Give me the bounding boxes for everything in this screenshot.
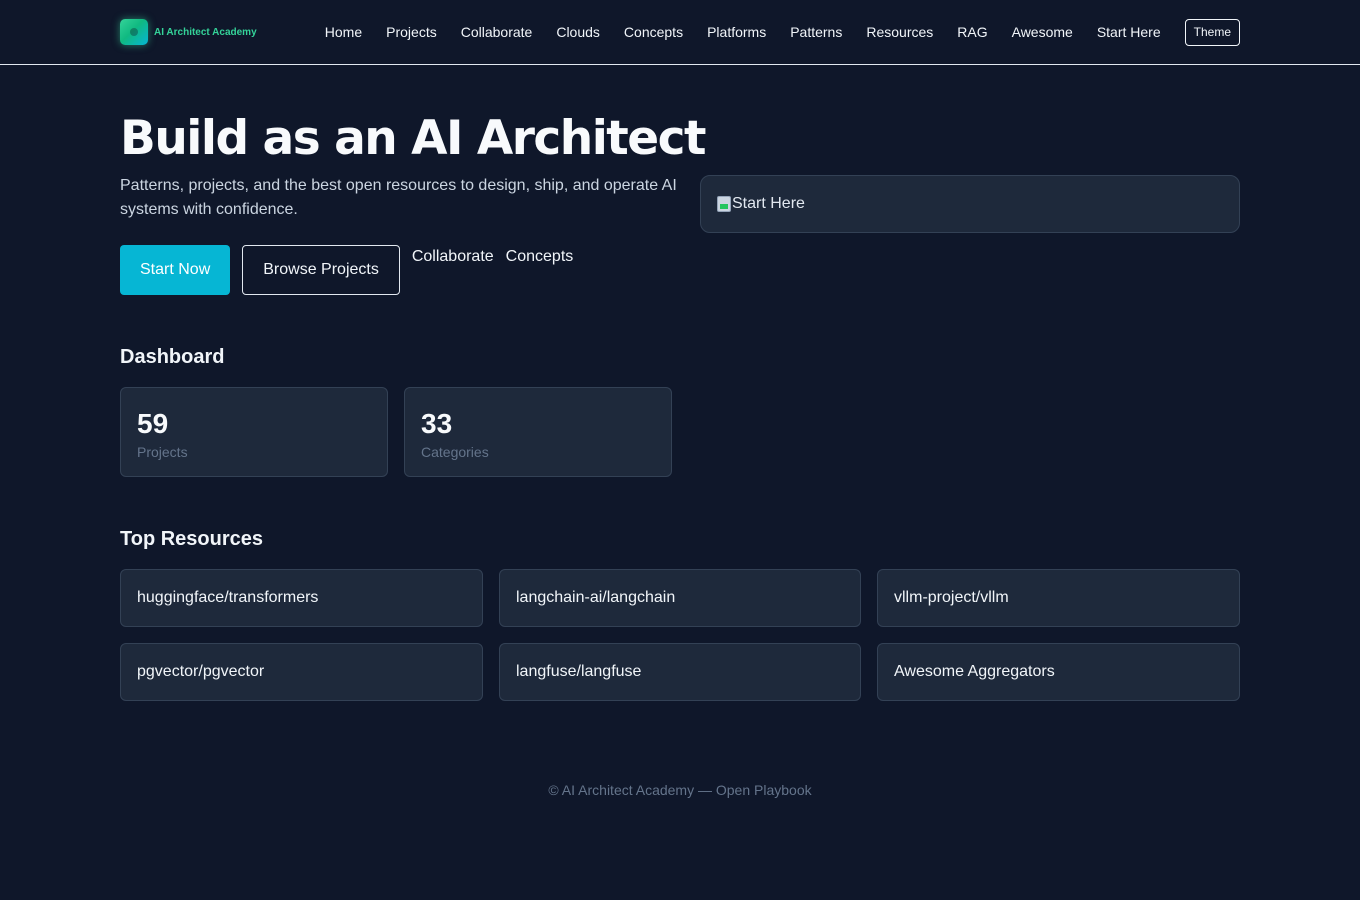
hero-title: Build as an AI Architect: [120, 111, 706, 166]
hero-image-card: Start Here: [700, 175, 1240, 233]
concepts-link[interactable]: Concepts: [506, 245, 574, 269]
footer-text: © AI Architect Academy — Open Playbook: [548, 782, 812, 798]
nav-collaborate[interactable]: Collaborate: [461, 24, 533, 40]
hero-actions: Start Now Browse Projects Collaborate Co…: [120, 245, 573, 295]
brand-name: AI Architect Academy: [154, 26, 257, 38]
top-resources-title: Top Resources: [120, 528, 263, 550]
browse-projects-button[interactable]: Browse Projects: [242, 245, 400, 295]
collaborate-link[interactable]: Collaborate: [412, 245, 494, 269]
resource-card[interactable]: langfuse/langfuse: [499, 643, 861, 701]
nav-platforms[interactable]: Platforms: [707, 24, 766, 40]
resource-card[interactable]: huggingface/transformers: [120, 569, 483, 627]
nav-concepts[interactable]: Concepts: [624, 24, 683, 40]
nav-home[interactable]: Home: [325, 24, 362, 40]
resource-card[interactable]: langchain-ai/langchain: [499, 569, 861, 627]
hero-subtitle: Patterns, projects, and the best open re…: [120, 177, 677, 218]
nav-rag[interactable]: RAG: [957, 24, 987, 40]
start-here-image: Start Here: [717, 195, 805, 213]
nav-awesome[interactable]: Awesome: [1012, 24, 1073, 40]
nav-projects[interactable]: Projects: [386, 24, 437, 40]
start-now-button[interactable]: Start Now: [120, 245, 231, 295]
broken-image-icon: [717, 196, 731, 212]
dashboard-title: Dashboard: [120, 346, 225, 368]
stat-card-projects: 59 Projects: [120, 387, 388, 477]
nav-start-here[interactable]: Start Here: [1097, 24, 1161, 40]
nav-clouds[interactable]: Clouds: [556, 24, 600, 40]
theme-toggle-button[interactable]: Theme: [1184, 18, 1240, 46]
nav-resources[interactable]: Resources: [866, 24, 933, 40]
stat-value: 59: [137, 408, 169, 439]
nav-patterns[interactable]: Patterns: [790, 24, 842, 40]
resource-card[interactable]: Awesome Aggregators: [877, 643, 1240, 701]
main-nav: Home Projects Collaborate Clouds Concept…: [325, 0, 1240, 64]
stat-label: Projects: [137, 444, 188, 460]
stat-value: 33: [421, 408, 453, 439]
stat-card-categories: 33 Categories: [404, 387, 672, 477]
resource-card[interactable]: vllm-project/vllm: [877, 569, 1240, 627]
brand-home-link[interactable]: AI Architect Academy: [120, 19, 257, 45]
stat-label: Categories: [421, 444, 489, 460]
top-navbar: AI Architect Academy Home Projects Colla…: [0, 0, 1360, 65]
brand-logo-icon: [120, 19, 148, 45]
image-alt-text: Start Here: [732, 195, 805, 212]
resource-card[interactable]: pgvector/pgvector: [120, 643, 483, 701]
